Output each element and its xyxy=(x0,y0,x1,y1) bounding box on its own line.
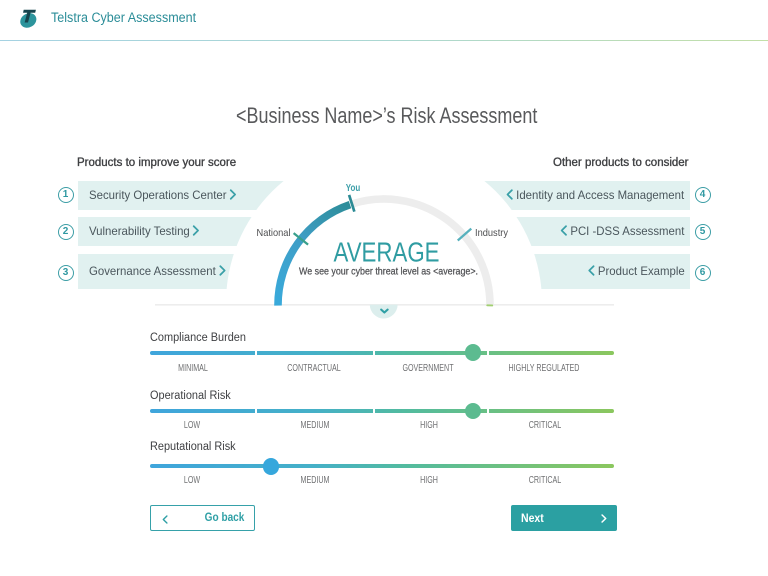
svg-text:AVERAGE: AVERAGE xyxy=(334,237,440,268)
svg-text:You: You xyxy=(346,183,361,194)
svg-text:National: National xyxy=(257,227,291,239)
svg-text:Industry: Industry xyxy=(475,227,509,239)
svg-text:We see your cyber threat level: We see your cyber threat level as <avera… xyxy=(299,266,478,277)
